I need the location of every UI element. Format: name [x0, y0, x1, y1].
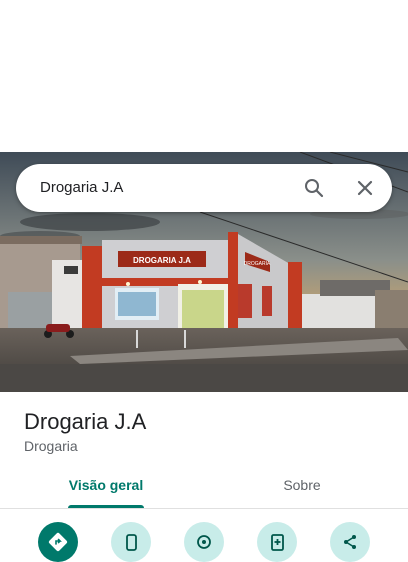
tab-about[interactable]: Sobre	[230, 466, 374, 508]
nearby-button[interactable]	[184, 522, 224, 562]
tabs-divider	[0, 508, 408, 509]
store-sign-text: DROGARIA J.A	[133, 256, 191, 265]
top-blank-area	[0, 0, 408, 152]
directions-button[interactable]	[38, 522, 78, 562]
tab-bar: Visão geral Sobre	[0, 466, 408, 508]
search-bar[interactable]: Drogaria J.A	[16, 164, 392, 212]
side-sign-text: DROGARIA	[244, 261, 271, 267]
phone-icon	[126, 534, 137, 551]
close-icon[interactable]	[349, 172, 381, 204]
directions-icon	[48, 532, 68, 552]
tab-about-label: Sobre	[283, 477, 321, 493]
place-name: Drogaria J.A	[24, 409, 147, 434]
save-icon	[271, 534, 284, 551]
share-icon	[344, 535, 356, 549]
tab-overview-label: Visão geral	[68, 477, 144, 493]
share-button[interactable]	[330, 522, 370, 562]
place-category[interactable]: Drogaria	[24, 437, 78, 455]
call-button[interactable]	[111, 522, 151, 562]
search-input[interactable]: Drogaria J.A	[40, 164, 123, 212]
search-icon[interactable]	[298, 172, 330, 204]
tab-overview[interactable]: Visão geral	[34, 466, 178, 508]
save-button[interactable]	[257, 522, 297, 562]
location-icon	[197, 535, 211, 549]
